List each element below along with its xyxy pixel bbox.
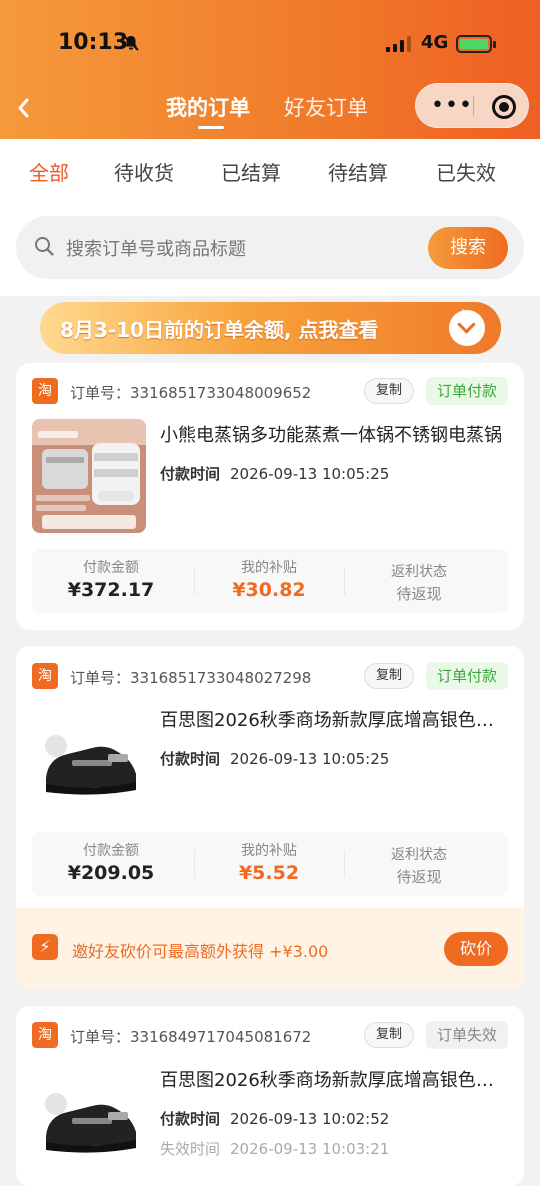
pay-time-row: 付款时间 2026-09-13 10:05:25 [160,748,389,769]
search-icon [35,237,54,256]
pay-time-row: 付款时间 2026-09-13 10:05:25 [160,463,389,484]
stat-subsidy: 我的补贴 ¥5.52 [194,832,344,896]
target-icon[interactable] [492,95,516,119]
status-badge: 订单失效 [426,1021,508,1049]
order-stats: 付款金额 ¥209.05 我的补贴 ¥5.52 返利状态待返现 [32,832,508,896]
status-time: 10:13 [58,30,129,55]
amount-label: 付款金额 [83,843,139,859]
shoe-image [32,1062,146,1176]
order-card: 淘 订单号：3316849717045081672 复制 订单失效 百思图202… [16,1006,524,1186]
order-stats: 付款金额 ¥372.17 我的补贴 ¥30.82 返利状态待返现 [32,549,508,613]
product-title[interactable]: 百思图2026秋季商场新款厚底增高银色休闲鞋 [160,1066,510,1092]
pay-time-value: 2026-09-13 10:02:52 [230,1110,390,1128]
subsidy-label: 我的补贴 [241,843,297,859]
rebate-value: 待返现 [396,585,442,603]
steamer-image [32,419,146,533]
rebate-label: 返利状态 [391,564,447,580]
filter-settled[interactable]: 已结算 [221,157,281,186]
invite-bargain-bar: ⚡ 邀好友砍价可最高额外获得 +¥3.00 砍价 [16,908,524,990]
copy-button[interactable]: 复制 [364,378,414,404]
copy-button[interactable]: 复制 [364,1022,414,1048]
order-number: 订单号：3316849717045081672 [70,1028,312,1046]
filter-panel: 全部 待收货 已结算 待结算 已失效 搜索订单号或商品标题 搜索 [0,139,540,296]
balance-banner[interactable]: 8月3-10日前的订单余额, 点我查看 ✦ [40,302,501,354]
arrow-down-icon [449,310,485,346]
rebate-label: 返利状态 [391,847,447,863]
pay-time-label: 付款时间 [160,750,221,768]
rebate-value: 待返现 [396,868,442,886]
stat-amount: 付款金额 ¥372.17 [36,549,186,613]
stat-rebate: 返利状态 待返现 [344,832,494,896]
lightning-icon: ⚡ [32,934,58,960]
search-bar: 搜索订单号或商品标题 搜索 [16,216,524,279]
taobao-icon: 淘 [32,663,58,689]
shoe-image [32,704,146,818]
banner-text: 8月3-10日前的订单余额, 点我查看 [60,318,379,342]
fail-time-row: 失效时间 2026-09-13 10:03:21 [160,1138,389,1159]
tab-my-orders[interactable]: 我的订单 [166,92,250,122]
pay-time-value: 2026-09-13 10:05:25 [230,465,390,483]
bell-muted-icon [123,35,139,51]
pay-time-label: 付款时间 [160,465,221,483]
filter-invalid[interactable]: 已失效 [436,157,496,186]
product-image-shoe[interactable] [32,704,146,818]
product-title[interactable]: 小熊电蒸锅多功能蒸煮一体锅不锈钢电蒸锅 [160,421,510,447]
filter-pending-receipt[interactable]: 待收货 [114,157,174,186]
product-title[interactable]: 百思图2026秋季商场新款厚底增高银色休闲鞋 [160,706,510,732]
network-label: 4G [421,32,449,53]
more-dots-icon[interactable]: ••• [431,95,472,117]
fail-time-label: 失效时间 [160,1140,221,1158]
search-button[interactable]: 搜索 [428,227,508,269]
stat-rebate: 返利状态 待返现 [344,549,494,613]
subsidy-value: ¥5.52 [238,862,300,884]
status-badge: 订单付款 [426,377,508,405]
tab-friend-orders[interactable]: 好友订单 [284,92,368,122]
status-bar: 10:13 4G [0,0,540,88]
order-number: 订单号：3316851733048009652 [70,384,312,402]
battery-icon [456,35,496,53]
header: 10:13 4G 我的订单 好友订单 ••• [0,0,540,139]
stat-amount: 付款金额 ¥209.05 [36,832,186,896]
amount-value: ¥372.17 [67,579,155,601]
order-number: 订单号：3316851733048027298 [70,669,312,687]
capsule-divider [473,96,474,116]
bargain-button[interactable]: 砍价 [444,932,508,966]
amount-label: 付款金额 [83,560,139,576]
pay-time-row: 付款时间 2026-09-13 10:02:52 [160,1108,389,1129]
signal-icon [386,36,411,52]
copy-button[interactable]: 复制 [364,663,414,689]
filter-all[interactable]: 全部 [29,157,69,186]
stat-subsidy: 我的补贴 ¥30.82 [194,549,344,613]
order-card: 淘 订单号：3316851733048009652 复制 订单付款 小熊电蒸锅多… [16,363,524,630]
product-image-shoe[interactable] [32,1062,146,1176]
amount-value: ¥209.05 [67,862,155,884]
order-card: 淘 订单号：3316851733048027298 复制 订单付款 百思图202… [16,646,524,990]
subsidy-label: 我的补贴 [241,560,297,576]
subsidy-value: ¥30.82 [232,579,306,601]
filter-pending-settle[interactable]: 待结算 [328,157,388,186]
invite-text: 邀好友砍价可最高额外获得 +¥3.00 [72,942,329,961]
taobao-icon: 淘 [32,378,58,404]
status-badge: 订单付款 [426,662,508,690]
fail-time-value: 2026-09-13 10:03:21 [230,1140,390,1158]
pay-time-value: 2026-09-13 10:05:25 [230,750,390,768]
back-button[interactable] [14,94,34,122]
taobao-icon: 淘 [32,1022,58,1048]
pay-time-label: 付款时间 [160,1110,221,1128]
product-image-steamer[interactable] [32,419,146,533]
chevron-left-icon [18,98,29,118]
active-tab-indicator [198,126,224,129]
search-input[interactable]: 搜索订单号或商品标题 [66,235,246,261]
miniapp-capsule: ••• [415,83,529,128]
